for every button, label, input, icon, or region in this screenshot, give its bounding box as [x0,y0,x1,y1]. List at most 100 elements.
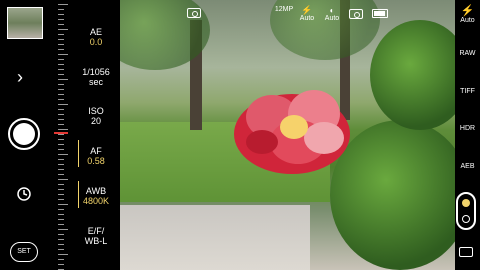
ruler-tick [58,29,68,30]
ruler-tick [58,169,64,170]
hdr-icon: ◐ [329,6,335,15]
ef-wb-setting[interactable]: E/F/ WB-L [72,226,120,246]
scene-path [120,205,310,270]
timer-icon[interactable] [16,186,32,202]
awb-label: AWB [85,186,107,196]
ruler-tick [58,174,64,175]
ruler-tick [58,64,64,65]
ruler-tick [58,94,64,95]
ruler-tick [58,224,64,225]
hdr-button[interactable]: HDR [455,125,480,133]
ruler-tick [58,14,64,15]
mode-toggle[interactable] [456,192,476,230]
awb-setting[interactable]: AWB 4800K [72,186,120,206]
left-control-panel: › SET [0,0,50,270]
ruler-tick [58,154,68,155]
ruler-tick [58,244,64,245]
awb-value: 4800K [82,196,110,206]
ruler-tick [58,104,68,105]
resolution-indicator[interactable]: 12MP [272,6,296,14]
ruler-tick [58,129,68,130]
iso-label: ISO [88,106,104,116]
wb-lock-value: WB-L [84,236,108,246]
ruler-tick [58,49,64,50]
ruler-tick [58,9,64,10]
ruler-tick [58,234,64,235]
ae-setting[interactable]: AE 0.0 [72,27,120,47]
shutter-button[interactable] [8,118,40,150]
ruler-tick [58,99,64,100]
ruler-tick [58,79,68,80]
ae-value: 0.0 [89,37,103,47]
ruler-tick [58,89,64,90]
shutter-speed-unit: sec [88,77,103,87]
ruler-tick [58,249,64,250]
af-setting[interactable]: AF 0.58 [72,146,120,166]
settings-column: AE 0.0 1/1056 sec ISO 20 AF 0.58 AWB 480… [72,0,120,270]
af-value: 0.58 [87,156,105,166]
ruler-tick [58,179,68,180]
raw-button[interactable]: RAW [455,50,480,58]
camera-icon[interactable] [187,8,201,18]
ruler-tick [58,214,64,215]
ruler-tick [58,219,64,220]
ruler-tick [58,229,68,230]
ruler-tick [58,39,64,40]
hdr-top-control[interactable]: ◐ Auto [322,6,342,23]
ef-label: E/F/ [87,226,105,236]
exposure-ruler[interactable] [50,0,72,270]
ruler-tick [58,69,64,70]
set-button[interactable]: SET [10,242,38,262]
foliage [370,20,455,130]
iso-setting[interactable]: ISO 20 [72,106,120,126]
ruler-tick [58,84,64,85]
ruler-tick [58,189,64,190]
ruler-tick [58,44,64,45]
ruler-tick [58,254,68,255]
toggle-dot-inactive [462,215,470,223]
flash-control[interactable]: ⚡ Auto [455,6,480,25]
ruler-tick [58,59,64,60]
ruler-tick [58,209,64,210]
iso-value: 20 [90,116,101,126]
photo-thumbnail[interactable] [7,7,43,39]
ae-label: AE [89,27,102,37]
camera-viewfinder[interactable] [120,0,455,270]
ruler-tick [58,199,64,200]
ruler-tick [58,114,64,115]
ruler-tick [58,124,64,125]
flash-top-control[interactable]: ⚡ Auto [298,6,316,23]
ruler-tick [58,4,68,5]
ruler-tick [58,24,64,25]
flash-label: Auto [460,17,475,24]
camera-app: › SET AE 0.0 1/1056 sec ISO 20 AF 0.58 A… [0,0,480,270]
ruler-tick [58,184,64,185]
ruler-tick [58,149,64,150]
hdr-mode-label: Auto [324,15,340,22]
shutter-speed-setting[interactable]: 1/1056 sec [72,67,120,87]
ruler-tick [58,259,64,260]
ruler-tick [58,144,64,145]
toggle-dot-active [462,199,470,207]
flash-mode-label: Auto [299,15,315,22]
ruler-tick [58,19,64,20]
ruler-tick [58,164,64,165]
resolution-label: 12MP [274,6,294,13]
flash-icon: ⚡ [301,5,313,15]
ruler-tick [58,159,64,160]
ruler-tick [58,109,64,110]
rose-flower [234,90,350,174]
photo-mode-icon[interactable] [349,9,363,19]
shutter-speed-value: 1/1056 [82,67,110,77]
switch-camera-icon[interactable] [459,247,473,257]
flash-icon: ⚡ [460,5,475,17]
ruler-tick [58,54,68,55]
chevron-right-icon[interactable]: › [17,68,23,86]
af-label: AF [90,146,102,156]
tiff-button[interactable]: TIFF [455,88,480,96]
ruler-tick [58,74,64,75]
ruler-tick [58,204,68,205]
ruler-tick [58,134,64,135]
aeb-button[interactable]: AEB [455,163,480,171]
ruler-tick [58,139,64,140]
